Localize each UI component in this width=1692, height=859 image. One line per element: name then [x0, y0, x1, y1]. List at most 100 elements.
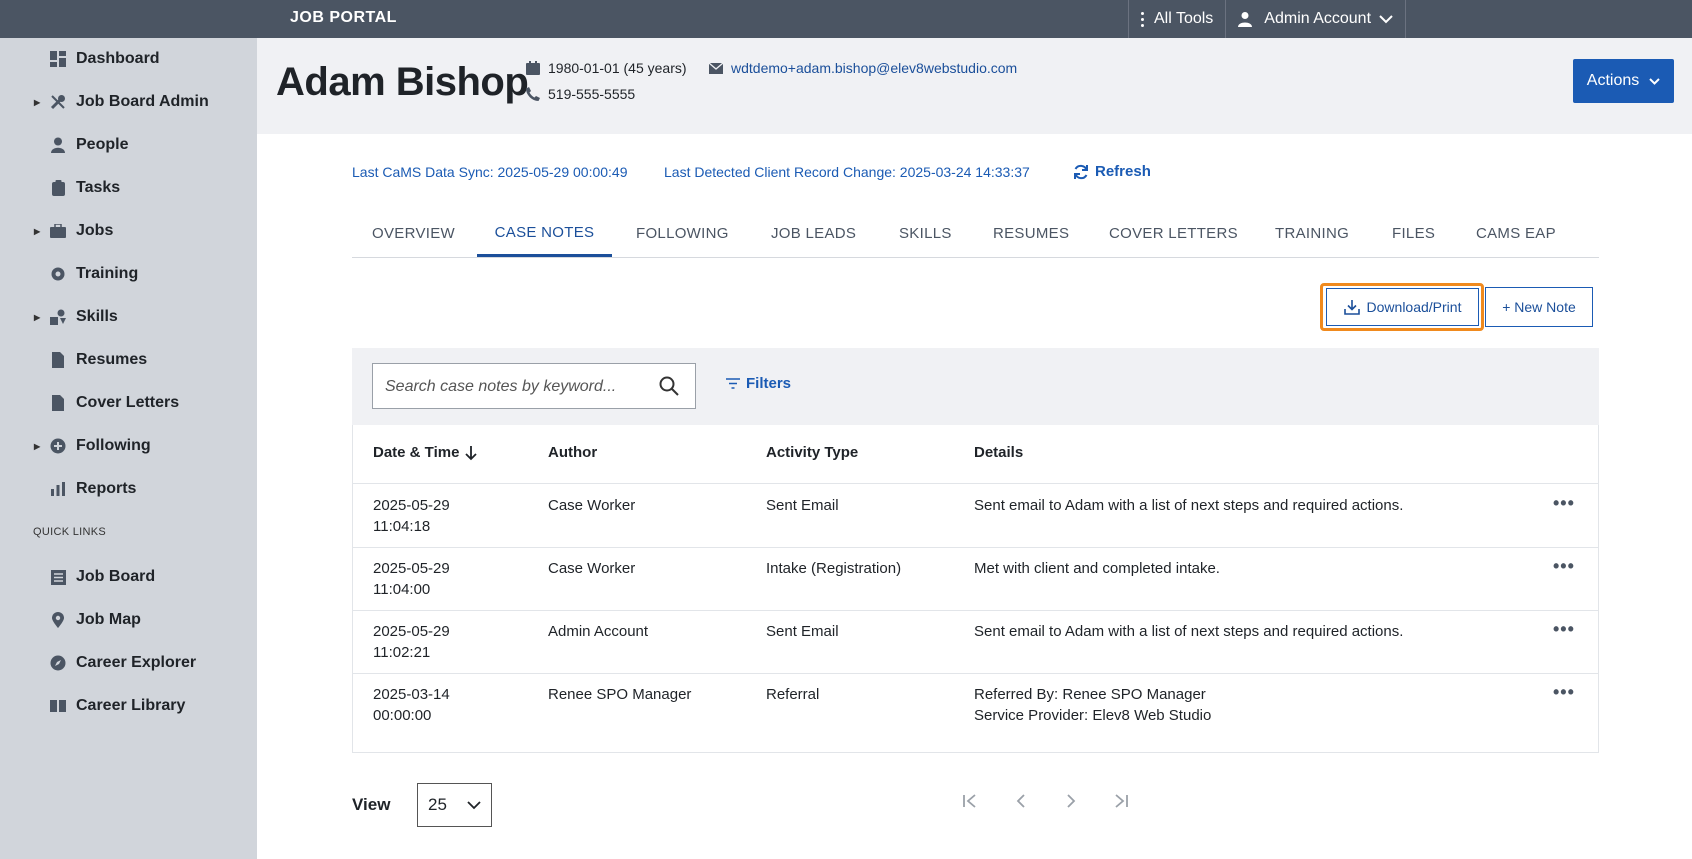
sidebar-item-people[interactable]: People	[0, 125, 257, 165]
last-page-icon[interactable]	[1113, 793, 1129, 814]
row-details: Referred By: Renee SPO Manager Service Pr…	[974, 684, 1211, 726]
user-icon	[1238, 12, 1253, 27]
sidebar-item-dashboard[interactable]: Dashboard	[0, 39, 257, 79]
person-icon	[50, 137, 66, 153]
tab-resumes[interactable]: RESUMES	[993, 210, 1069, 257]
top-menu: All Tools Admin Account	[1128, 0, 1407, 38]
sidebar-item-reports[interactable]: Reports	[0, 469, 257, 509]
page-size-select[interactable]: 25	[417, 783, 492, 827]
sidebar-item-resumes[interactable]: Resumes	[0, 340, 257, 380]
row-divider	[353, 483, 1598, 484]
sidebar-item-training[interactable]: Training	[0, 254, 257, 294]
row-details-line: Referred By: Renee SPO Manager	[974, 686, 1206, 703]
column-header-date-time[interactable]: Date & Time	[373, 444, 478, 461]
expand-caret-icon[interactable]: ▶	[34, 227, 40, 236]
row-details: Met with client and completed intake.	[974, 560, 1220, 577]
email-field: wdtdemo+adam.bishop@elev8webstudio.com	[709, 60, 1017, 76]
search-box	[372, 363, 696, 410]
row-author: Case Worker	[548, 560, 636, 577]
tab-skills[interactable]: SKILLS	[899, 210, 952, 257]
sidebar-item-following[interactable]: ▶ Following	[0, 426, 257, 466]
phone-icon	[526, 87, 540, 101]
row-date: 2025-05-29	[373, 560, 450, 577]
refresh-label: Refresh	[1095, 163, 1151, 180]
kebab-icon	[1141, 11, 1144, 27]
row-time: 11:02:21	[373, 644, 431, 661]
tab-files[interactable]: FILES	[1392, 210, 1435, 257]
sidebar-item-label: Tasks	[76, 179, 121, 196]
sidebar-item-jobs[interactable]: ▶ Jobs	[0, 211, 257, 251]
sidebar-item-label: Following	[76, 437, 151, 454]
row-datetime: 2025-05-29 11:04:00	[373, 558, 450, 600]
row-activity-type: Referral	[766, 686, 820, 703]
row-activity-type: Intake (Registration)	[766, 560, 902, 577]
expand-caret-icon[interactable]: ▶	[34, 313, 40, 322]
page-size-value: 25	[428, 795, 447, 814]
sidebar-item-job-board[interactable]: Job Board	[0, 557, 257, 597]
tab-case-notes[interactable]: CASE NOTES	[477, 210, 612, 257]
tab-following[interactable]: FOLLOWING	[636, 210, 729, 257]
document-icon	[50, 352, 66, 368]
tab-overview[interactable]: OVERVIEW	[372, 210, 455, 257]
all-tools-button[interactable]: All Tools	[1128, 0, 1225, 38]
more-options-icon[interactable]: •••	[1553, 682, 1575, 703]
expand-caret-icon[interactable]: ▶	[34, 442, 40, 451]
skills-icon	[50, 309, 66, 325]
sidebar-item-skills[interactable]: ▶ Skills	[0, 297, 257, 337]
tab-cams-eap[interactable]: CAMS EAP	[1476, 210, 1556, 257]
row-date: 2025-05-29	[373, 623, 450, 640]
email-link[interactable]: wdtdemo+adam.bishop@elev8webstudio.com	[731, 60, 1017, 76]
row-author: Renee SPO Manager	[548, 686, 692, 703]
sidebar-item-cover-letters[interactable]: Cover Letters	[0, 383, 257, 423]
download-icon	[1343, 300, 1360, 315]
download-print-button[interactable]: Download/Print	[1326, 288, 1479, 326]
sidebar: Dashboard ▶ Job Board Admin People Tasks…	[0, 38, 257, 859]
map-pin-icon	[50, 612, 66, 628]
tab-job-leads[interactable]: JOB LEADS	[771, 210, 856, 257]
search-icon[interactable]	[659, 376, 679, 396]
view-label: View	[352, 795, 391, 814]
sidebar-item-career-library[interactable]: Career Library	[0, 686, 257, 726]
tab-cover-letters[interactable]: COVER LETTERS	[1109, 210, 1238, 257]
briefcase-icon	[50, 223, 66, 239]
new-note-button[interactable]: + New Note	[1485, 287, 1593, 327]
first-page-icon[interactable]	[962, 793, 978, 814]
row-author: Case Worker	[548, 497, 636, 514]
row-divider	[353, 610, 1598, 611]
tab-training[interactable]: TRAINING	[1275, 210, 1349, 257]
row-activity-type: Sent Email	[766, 497, 839, 514]
document-icon	[50, 395, 66, 411]
next-page-icon[interactable]	[1063, 793, 1079, 814]
row-datetime: 2025-05-29 11:02:21	[373, 621, 450, 663]
row-activity-type: Sent Email	[766, 623, 839, 640]
clipboard-icon	[50, 180, 66, 196]
more-options-icon[interactable]: •••	[1553, 619, 1575, 640]
brand-logo[interactable]: JOB PORTAL	[290, 9, 397, 27]
book-icon	[50, 698, 66, 714]
actions-label: Actions	[1586, 72, 1640, 89]
account-menu-button[interactable]: Admin Account	[1225, 0, 1407, 38]
more-options-icon[interactable]: •••	[1553, 556, 1575, 577]
refresh-button[interactable]: Refresh	[1073, 163, 1151, 180]
sidebar-item-job-board-admin[interactable]: ▶ Job Board Admin	[0, 82, 257, 122]
sidebar-item-label: Job Board	[76, 568, 156, 585]
all-tools-label: All Tools	[1154, 10, 1214, 27]
search-input[interactable]	[383, 364, 647, 410]
sidebar-item-job-map[interactable]: Job Map	[0, 600, 257, 640]
sidebar-item-career-explorer[interactable]: Career Explorer	[0, 643, 257, 683]
phone-field: 519-555-5555	[526, 86, 635, 102]
bar-chart-icon	[50, 481, 66, 497]
download-print-label: Download/Print	[1366, 299, 1462, 315]
filters-button[interactable]: Filters	[726, 375, 791, 392]
more-options-icon[interactable]: •••	[1553, 493, 1575, 514]
refresh-icon	[1074, 164, 1088, 179]
sidebar-item-label: Job Map	[76, 611, 141, 628]
previous-page-icon[interactable]	[1013, 793, 1029, 814]
expand-caret-icon[interactable]: ▶	[34, 98, 40, 107]
sort-descending-icon	[465, 445, 478, 460]
sidebar-item-tasks[interactable]: Tasks	[0, 168, 257, 208]
chevron-down-icon	[1379, 14, 1393, 23]
top-bar: JOB PORTAL All Tools Admin Account	[0, 0, 1692, 38]
actions-button[interactable]: Actions	[1573, 59, 1674, 103]
column-header-details: Details	[974, 444, 1024, 461]
